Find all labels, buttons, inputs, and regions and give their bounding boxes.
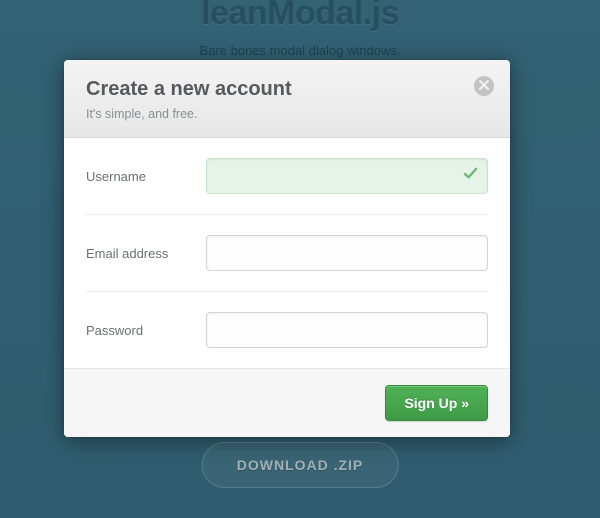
- modal-subtitle: It's simple, and free.: [86, 107, 488, 121]
- modal-body: Username Email address Password: [64, 138, 510, 368]
- check-icon: [463, 166, 478, 186]
- signup-label: Sign Up »: [404, 395, 469, 411]
- email-label: Email address: [86, 246, 206, 261]
- password-input[interactable]: [206, 312, 488, 348]
- signup-modal: Create a new account It's simple, and fr…: [64, 60, 510, 437]
- email-input[interactable]: [206, 235, 488, 271]
- field-email: Email address: [86, 215, 488, 292]
- field-username: Username: [86, 138, 488, 215]
- modal-title: Create a new account: [86, 78, 488, 101]
- close-button[interactable]: [474, 76, 494, 96]
- signup-button[interactable]: Sign Up »: [385, 385, 488, 421]
- field-password: Password: [86, 292, 488, 368]
- email-input-wrap: [206, 235, 488, 271]
- username-label: Username: [86, 169, 206, 184]
- modal-footer: Sign Up »: [64, 368, 510, 437]
- modal-header: Create a new account It's simple, and fr…: [64, 60, 510, 138]
- password-input-wrap: [206, 312, 488, 348]
- close-icon: [479, 77, 489, 95]
- username-input-wrap: [206, 158, 488, 194]
- username-input[interactable]: [206, 158, 488, 194]
- password-label: Password: [86, 323, 206, 338]
